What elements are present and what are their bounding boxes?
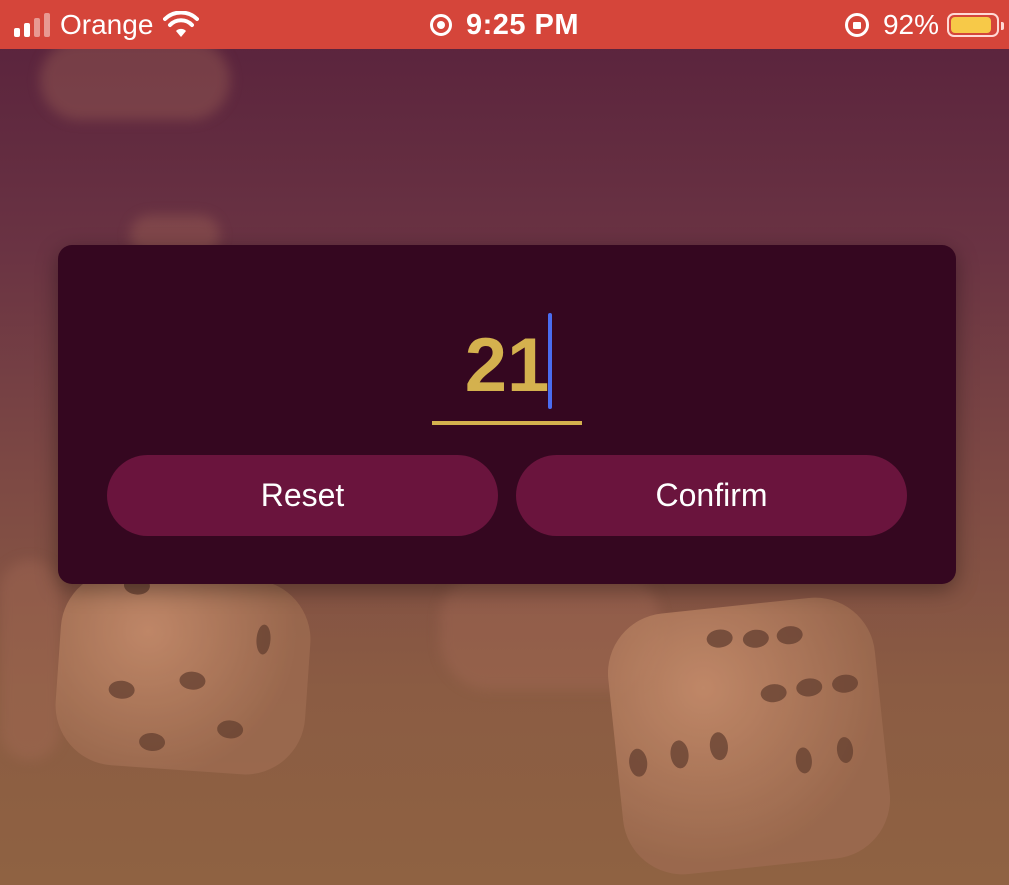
battery-icon <box>947 13 1004 37</box>
reset-button[interactable]: Reset <box>107 455 498 536</box>
number-input-field[interactable]: 21 <box>432 311 582 427</box>
status-time: 9:25 PM <box>465 8 580 41</box>
status-bar: Orange 9:25 PM 92% <box>0 0 1009 49</box>
text-caret <box>548 313 552 409</box>
die-left <box>51 566 315 779</box>
number-input-value[interactable]: 21 <box>432 321 582 411</box>
input-underline <box>432 421 582 425</box>
die-right <box>602 591 896 881</box>
number-input-dialog: 21 Reset Confirm <box>58 245 956 584</box>
confirm-button[interactable]: Confirm <box>516 455 907 536</box>
battery-percent: 92% <box>882 9 939 40</box>
screen-recording-icon <box>429 14 452 36</box>
orientation-lock-icon <box>844 13 869 37</box>
